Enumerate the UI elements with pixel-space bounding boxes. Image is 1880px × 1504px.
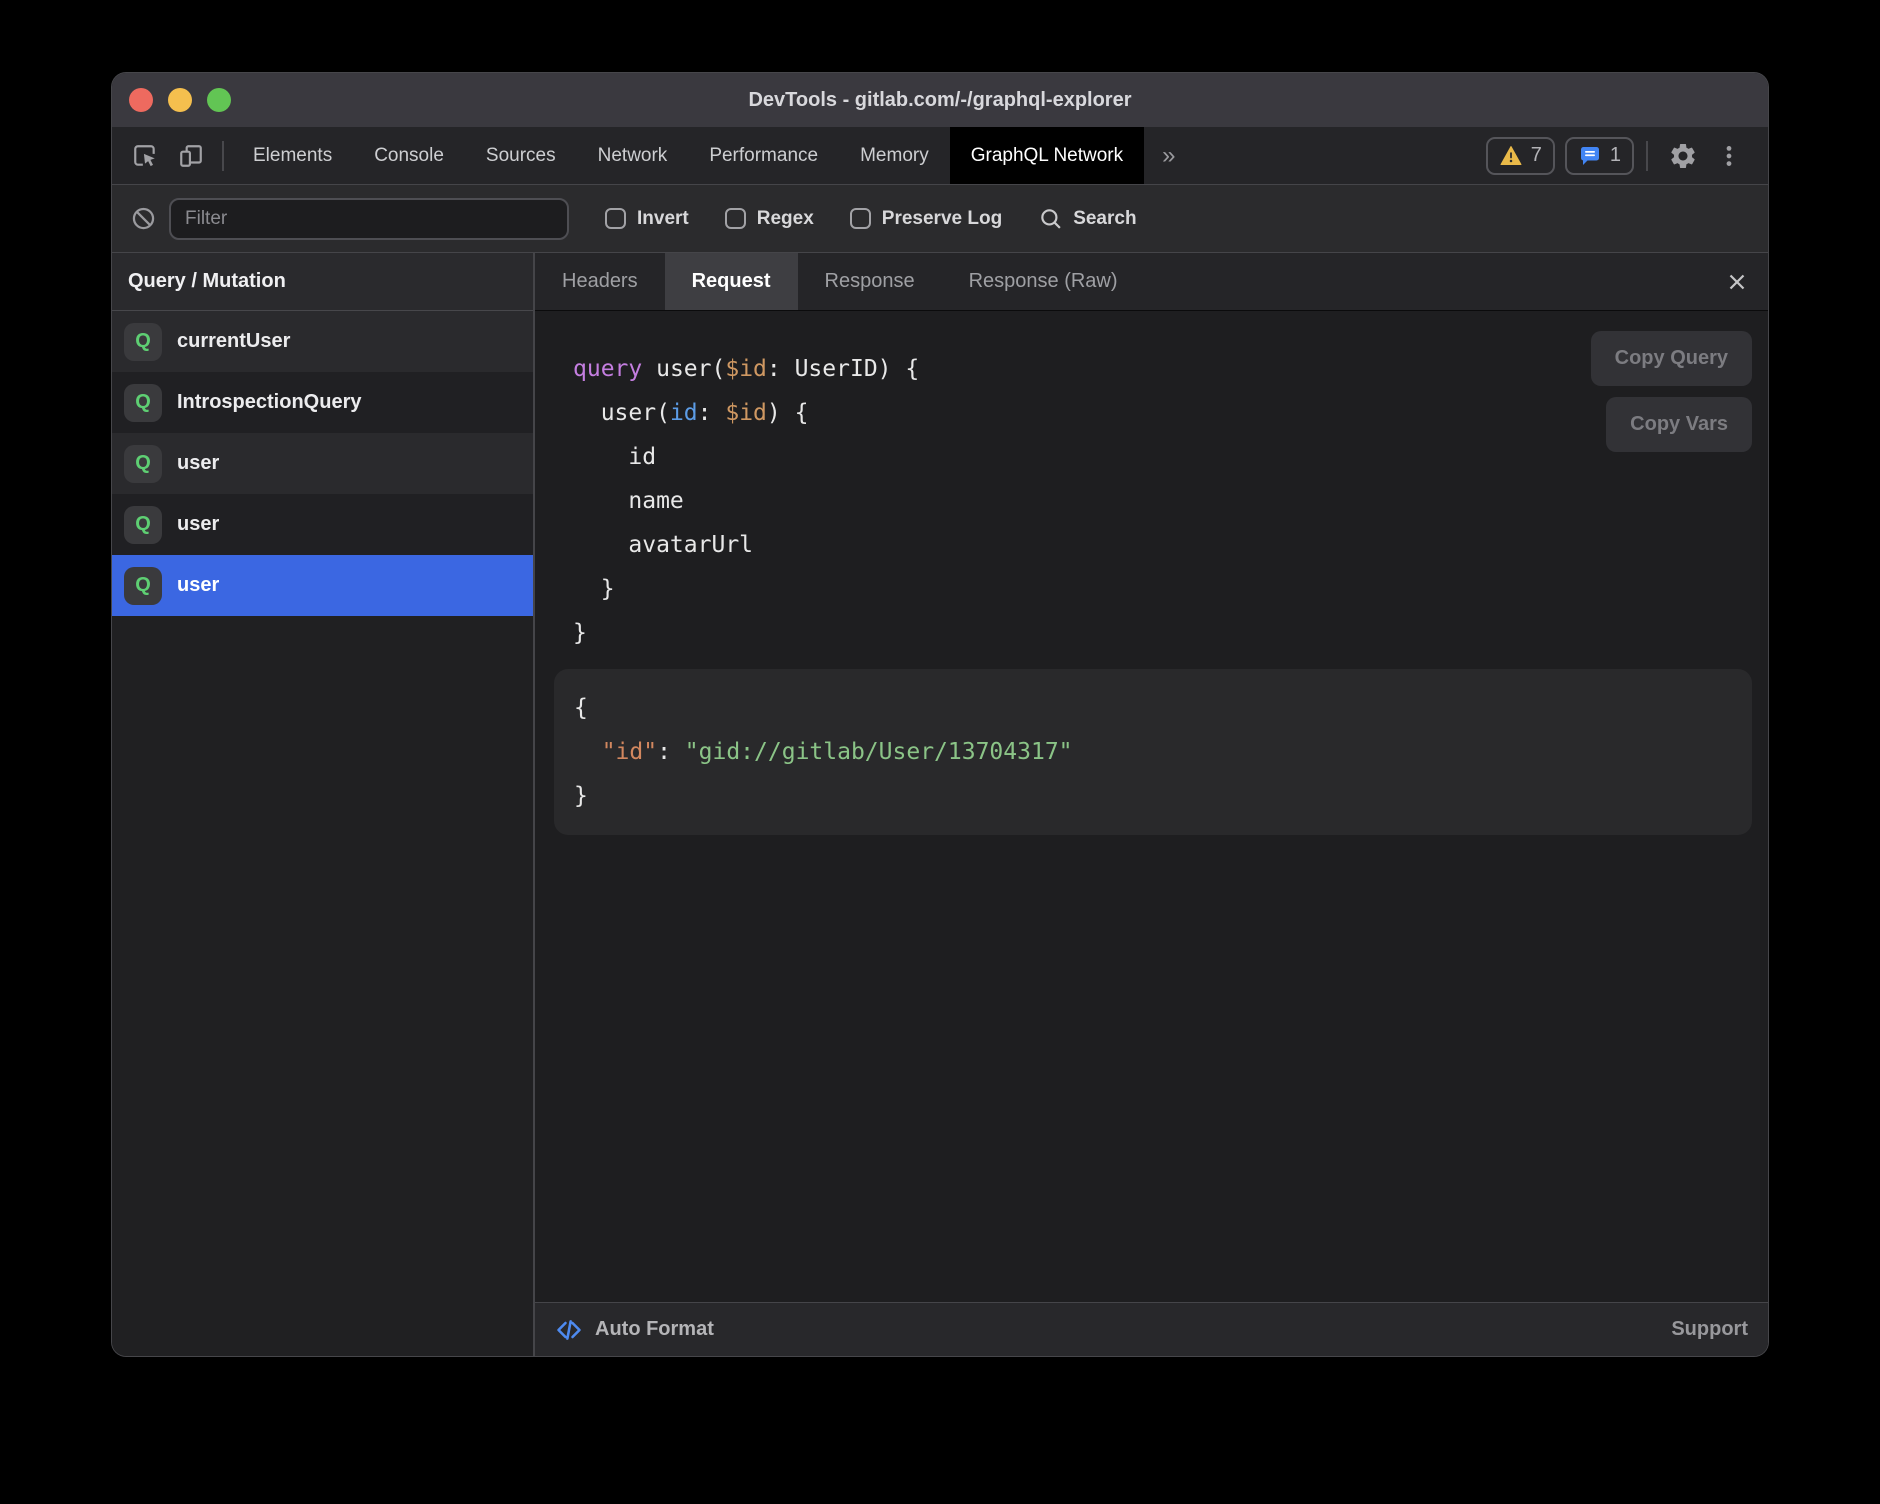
- invert-checkbox[interactable]: [605, 208, 626, 229]
- query-type-badge: Q: [124, 384, 162, 422]
- preserve-log-label: Preserve Log: [882, 208, 1002, 230]
- toolbar-divider: [222, 141, 224, 171]
- tab-memory[interactable]: Memory: [839, 127, 950, 184]
- tab-sources[interactable]: Sources: [465, 127, 577, 184]
- more-tabs-button[interactable]: »: [1144, 127, 1193, 184]
- tab-headers[interactable]: Headers: [535, 253, 665, 310]
- block-icon: [130, 205, 157, 232]
- query-row-label: user: [177, 452, 219, 475]
- query-row-user-2[interactable]: Q user: [112, 494, 533, 555]
- query-row-label: user: [177, 513, 219, 536]
- settings-button[interactable]: [1660, 127, 1706, 184]
- invert-checkbox-group[interactable]: Invert: [605, 208, 689, 230]
- devtools-window: DevTools - gitlab.com/-/graphql-explorer…: [112, 73, 1768, 1356]
- query-row-currentUser[interactable]: Q currentUser: [112, 311, 533, 372]
- copy-query-button[interactable]: Copy Query: [1591, 331, 1752, 386]
- query-row-label: IntrospectionQuery: [177, 391, 361, 414]
- message-icon: [1578, 144, 1602, 168]
- close-window-button[interactable]: [129, 88, 153, 112]
- tab-network[interactable]: Network: [577, 127, 689, 184]
- tab-performance[interactable]: Performance: [688, 127, 839, 184]
- query-type-badge: Q: [124, 567, 162, 605]
- gear-icon: [1668, 141, 1698, 171]
- tab-elements[interactable]: Elements: [232, 127, 353, 184]
- issues-badge[interactable]: 1: [1565, 137, 1634, 175]
- warning-count: 7: [1531, 144, 1542, 167]
- title-bar: DevTools - gitlab.com/-/graphql-explorer: [112, 73, 1768, 127]
- preserve-log-checkbox-group[interactable]: Preserve Log: [850, 208, 1002, 230]
- request-detail-panel: Headers Request Response Response (Raw) …: [535, 253, 1768, 1356]
- tab-request[interactable]: Request: [665, 253, 798, 310]
- query-row-label: currentUser: [177, 330, 290, 353]
- query-type-badge: Q: [124, 506, 162, 544]
- search-icon: [1038, 206, 1064, 232]
- search-label: Search: [1073, 208, 1136, 230]
- device-toolbar-button[interactable]: [168, 127, 214, 184]
- code-brackets-icon: [555, 1316, 583, 1344]
- query-row-introspectionQuery[interactable]: Q IntrospectionQuery: [112, 372, 533, 433]
- query-row-user-1[interactable]: Q user: [112, 433, 533, 494]
- regex-checkbox-group[interactable]: Regex: [725, 208, 814, 230]
- invert-label: Invert: [637, 208, 689, 230]
- window-title: DevTools - gitlab.com/-/graphql-explorer: [112, 73, 1768, 127]
- query-list-panel: Query / Mutation Q currentUser Q Introsp…: [112, 253, 535, 1356]
- tab-graphql-network[interactable]: GraphQL Network: [950, 127, 1144, 184]
- tab-console[interactable]: Console: [353, 127, 465, 184]
- inspect-cursor-icon: [132, 143, 158, 169]
- copy-vars-button[interactable]: Copy Vars: [1606, 397, 1752, 452]
- window-controls: [129, 73, 231, 127]
- search-button[interactable]: Search: [1038, 206, 1136, 232]
- toolbar-divider: [1646, 141, 1648, 171]
- vertical-dots-icon: [1716, 143, 1742, 169]
- tab-response[interactable]: Response: [798, 253, 942, 310]
- inspect-element-button[interactable]: [122, 127, 168, 184]
- minimize-window-button[interactable]: [168, 88, 192, 112]
- close-icon: [1724, 269, 1750, 295]
- auto-format-button[interactable]: Auto Format: [555, 1316, 714, 1344]
- tab-response-raw[interactable]: Response (Raw): [942, 253, 1145, 310]
- auto-format-label: Auto Format: [595, 1318, 714, 1341]
- main-area: Query / Mutation Q currentUser Q Introsp…: [112, 253, 1768, 1356]
- request-content: query user($id: UserID) { user(id: $id) …: [535, 311, 1768, 1302]
- detail-tab-bar: Headers Request Response Response (Raw): [535, 253, 1768, 311]
- query-row-label: user: [177, 574, 219, 597]
- clear-button[interactable]: [130, 205, 157, 232]
- query-row-user-3-selected[interactable]: Q user: [112, 555, 533, 616]
- device-toolbar-icon: [178, 143, 204, 169]
- support-link[interactable]: Support: [1671, 1318, 1748, 1341]
- preserve-log-checkbox[interactable]: [850, 208, 871, 229]
- filter-input[interactable]: [169, 198, 569, 240]
- zoom-window-button[interactable]: [207, 88, 231, 112]
- warning-icon: [1499, 144, 1523, 168]
- filter-bar: Invert Regex Preserve Log Search: [112, 185, 1768, 253]
- regex-label: Regex: [757, 208, 814, 230]
- devtools-tab-bar: Elements Console Sources Network Perform…: [112, 127, 1768, 185]
- query-type-badge: Q: [124, 323, 162, 361]
- issue-count: 1: [1610, 144, 1621, 167]
- customize-devtools-button[interactable]: [1706, 127, 1752, 184]
- regex-checkbox[interactable]: [725, 208, 746, 229]
- close-detail-button[interactable]: [1706, 253, 1768, 310]
- query-variables-box: { "id": "gid://gitlab/User/13704317"}: [554, 669, 1752, 835]
- warnings-badge[interactable]: 7: [1486, 137, 1555, 175]
- query-list-header: Query / Mutation: [112, 253, 533, 311]
- graphql-query-code: query user($id: UserID) { user(id: $id) …: [573, 347, 1768, 655]
- query-type-badge: Q: [124, 445, 162, 483]
- tabbar-spacer: [1194, 127, 1476, 184]
- detail-footer: Auto Format Support: [535, 1302, 1768, 1356]
- copy-buttons: Copy Query Copy Vars: [1591, 331, 1752, 452]
